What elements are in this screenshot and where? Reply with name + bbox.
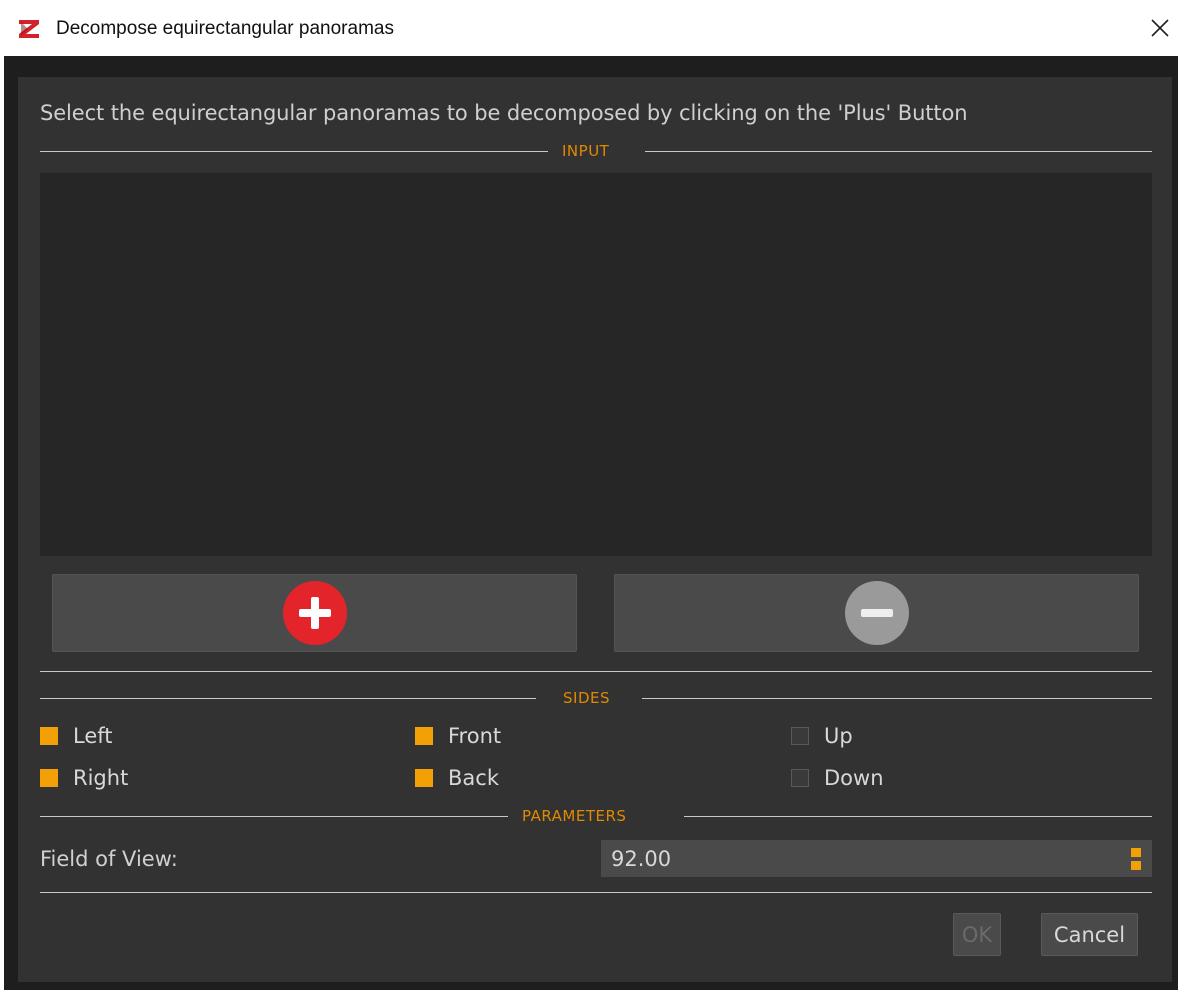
ok-button[interactable]: OK [953, 913, 1001, 956]
spin-up-icon[interactable] [1131, 848, 1141, 857]
sides-section-header: SIDES [40, 688, 1152, 708]
checkbox-down-box[interactable] [791, 769, 809, 787]
checkbox-up-label: Up [824, 724, 853, 748]
minus-circle-icon [844, 581, 909, 645]
instruction-text: Select the equirectangular panoramas to … [40, 101, 968, 125]
checkbox-right-label: Right [73, 766, 129, 790]
checkbox-left[interactable]: Left [40, 724, 113, 748]
checkbox-left-label: Left [73, 724, 113, 748]
divider [645, 151, 1152, 152]
spin-down-icon[interactable] [1131, 861, 1141, 870]
checkbox-back-box[interactable] [415, 769, 433, 787]
checkbox-up-box[interactable] [791, 727, 809, 745]
window-title: Decompose equirectangular panoramas [56, 18, 394, 39]
checkbox-up[interactable]: Up [791, 724, 853, 748]
fov-value[interactable]: 92.00 [611, 844, 671, 874]
checkbox-front[interactable]: Front [415, 724, 501, 748]
close-icon [1151, 19, 1169, 37]
checkbox-back-label: Back [448, 766, 499, 790]
divider [40, 816, 508, 817]
close-button[interactable] [1140, 8, 1180, 48]
input-section-header: INPUT [40, 141, 1152, 161]
title-bar: Decompose equirectangular panoramas [0, 0, 1182, 56]
checkbox-down[interactable]: Down [791, 766, 884, 790]
divider [40, 671, 1152, 672]
sides-section-label: SIDES [563, 689, 610, 707]
divider [40, 151, 548, 152]
divider [40, 698, 536, 699]
add-panorama-button[interactable] [52, 574, 577, 652]
checkbox-right-box[interactable] [40, 769, 58, 787]
remove-panorama-button[interactable] [614, 574, 1139, 652]
checkbox-right[interactable]: Right [40, 766, 128, 790]
fov-label: Field of View: [40, 847, 178, 871]
cancel-button[interactable]: Cancel [1041, 913, 1138, 956]
checkbox-front-label: Front [448, 724, 502, 748]
app-logo-icon [19, 20, 39, 38]
fov-spinbox[interactable]: 92.00 [601, 840, 1152, 877]
input-section-label: INPUT [562, 142, 610, 160]
checkbox-left-box[interactable] [40, 727, 58, 745]
checkbox-back[interactable]: Back [415, 766, 499, 790]
plus-circle-icon [282, 581, 347, 645]
panorama-input-list[interactable] [40, 173, 1152, 556]
fov-spin-arrows[interactable] [1131, 848, 1141, 870]
divider [642, 698, 1152, 699]
divider [40, 892, 1152, 893]
checkbox-front-box[interactable] [415, 727, 433, 745]
parameters-section-header: PARAMETERS [40, 806, 1152, 826]
divider [684, 816, 1152, 817]
parameters-section-label: PARAMETERS [522, 807, 627, 825]
checkbox-down-label: Down [824, 766, 884, 790]
